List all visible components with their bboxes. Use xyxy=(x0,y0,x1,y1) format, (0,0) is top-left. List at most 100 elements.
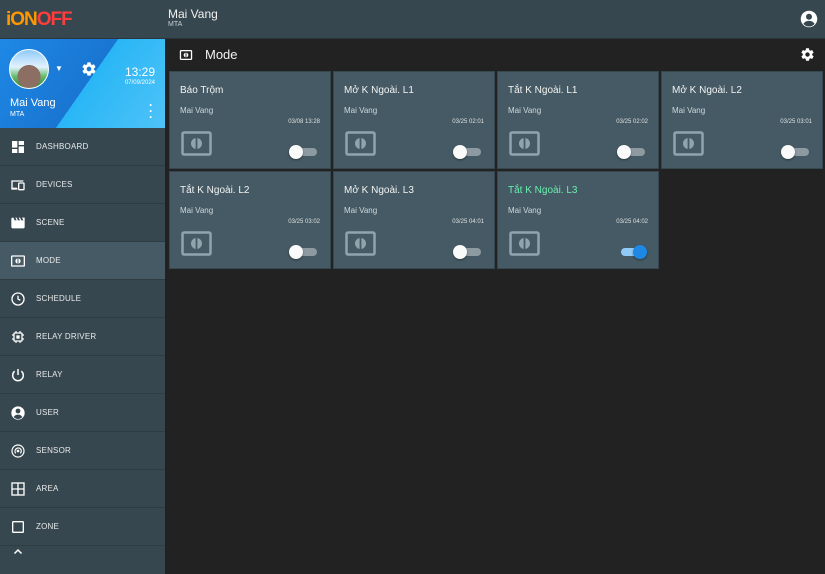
profile-name: Mai Vang xyxy=(10,97,56,109)
settings-gear-icon[interactable] xyxy=(800,47,815,62)
nav-label: DEVICES xyxy=(36,180,73,189)
zone-square-icon xyxy=(12,520,24,533)
mode-icon xyxy=(509,131,540,156)
mode-title: Tắt K Ngoài. L3 xyxy=(508,185,578,196)
nav-item-relay-driver[interactable]: RELAY DRIVER xyxy=(0,318,165,356)
toggle-knob xyxy=(453,145,467,159)
account-circle-icon[interactable] xyxy=(800,10,818,28)
mode-date: 03/25 04:01 xyxy=(452,219,484,225)
clock-icon xyxy=(11,291,25,306)
nav-label: RELAY DRIVER xyxy=(36,332,97,341)
mode-date: 03/08 13:28 xyxy=(288,119,320,125)
mode-date: 03/25 03:01 xyxy=(780,119,812,125)
devices-icon xyxy=(11,179,25,190)
more-vert-icon[interactable]: · · · xyxy=(149,99,153,123)
power-icon xyxy=(12,368,24,381)
mode-owner: Mai Vang xyxy=(180,106,214,115)
mode-owner: Mai Vang xyxy=(344,106,378,115)
toggle-knob xyxy=(617,145,631,159)
mode-owner: Mai Vang xyxy=(672,106,706,115)
mode-icon xyxy=(673,131,704,156)
toggle-knob xyxy=(453,245,467,259)
mode-header: Mode xyxy=(166,39,825,70)
toggle-knob xyxy=(781,145,795,159)
nav-item-devices[interactable]: DEVICES xyxy=(0,166,165,204)
mode-card[interactable]: Tắt K Ngoài. L1 Mai Vang 03/25 02:02 xyxy=(497,71,659,169)
mode-owner: Mai Vang xyxy=(180,206,214,215)
page-title: Mode xyxy=(205,47,238,62)
profile-sub: MTA xyxy=(10,111,25,118)
mode-title: Tắt K Ngoài. L1 xyxy=(508,85,578,96)
chip-icon xyxy=(12,330,24,343)
nav-label: ZONE xyxy=(36,522,60,531)
nav-menu: DASHBOARD DEVICES SCENE MODE SCHEDULE RE… xyxy=(0,128,165,546)
nav-item-mode[interactable]: MODE xyxy=(0,242,165,280)
mode-card[interactable]: Tắt K Ngoài. L3 Mai Vang 03/25 04:02 xyxy=(497,171,659,269)
mode-toggle-switch[interactable] xyxy=(289,145,319,159)
sensor-icon xyxy=(11,443,25,458)
mode-date: 03/25 04:02 xyxy=(616,219,648,225)
mode-toggle-switch[interactable] xyxy=(617,145,647,159)
mode-owner: Mai Vang xyxy=(344,206,378,215)
mode-toggle-switch[interactable] xyxy=(453,145,483,159)
nav-label: SENSOR xyxy=(36,446,71,455)
nav-item-relay[interactable]: RELAY xyxy=(0,356,165,394)
user-circle-icon xyxy=(11,405,25,420)
nav-label: USER xyxy=(36,408,60,417)
mode-icon xyxy=(179,49,193,61)
nav-item-schedule[interactable]: SCHEDULE xyxy=(0,280,165,318)
mode-card[interactable]: Mở K Ngoài. L2 Mai Vang 03/25 03:01 xyxy=(661,71,823,169)
mode-date: 03/25 02:02 xyxy=(616,119,648,125)
mode-card[interactable]: Mở K Ngoài. L3 Mai Vang 03/25 04:01 xyxy=(333,171,495,269)
profile-settings-gear-icon[interactable] xyxy=(81,61,97,77)
profile-time: 13:29 xyxy=(124,65,155,79)
mode-toggle-switch[interactable] xyxy=(617,245,647,259)
toggle-knob xyxy=(289,145,303,159)
dashboard-icon xyxy=(12,140,24,153)
nav-label: SCENE xyxy=(36,218,65,227)
profile-panel: ▼ 13:29 07/09/2024 Mai Vang MTA · · · xyxy=(0,39,165,128)
scene-clapper-icon xyxy=(11,217,25,228)
nav-item-user[interactable]: USER xyxy=(0,394,165,432)
chevron-down-icon[interactable]: ▼ xyxy=(55,64,63,73)
nav-label: DASHBOARD xyxy=(36,142,89,151)
current-user-sub: MTA xyxy=(168,21,183,28)
nav-item-sensor[interactable]: SENSOR xyxy=(0,432,165,470)
area-grid-icon xyxy=(11,481,25,496)
profile-avatar[interactable] xyxy=(9,49,49,89)
mode-title: Mở K Ngoài. L1 xyxy=(344,85,414,96)
mode-icon xyxy=(509,231,540,256)
mode-icon xyxy=(11,254,25,267)
mode-card[interactable]: Mở K Ngoài. L1 Mai Vang 03/25 02:01 xyxy=(333,71,495,169)
chevron-up-icon[interactable] xyxy=(12,546,24,558)
current-user-name: Mai Vang xyxy=(168,7,218,21)
current-user-info: Mai Vang MTA xyxy=(168,7,218,29)
mode-card[interactable]: Báo Trộm Mai Vang 03/08 13:28 xyxy=(169,71,331,169)
nav-item-scene[interactable]: SCENE xyxy=(0,204,165,242)
mode-title: Báo Trộm xyxy=(180,85,224,96)
mode-toggle-switch[interactable] xyxy=(453,245,483,259)
mode-owner: Mai Vang xyxy=(508,206,542,215)
mode-card[interactable]: Tắt K Ngoài. L2 Mai Vang 03/25 03:02 xyxy=(169,171,331,269)
mode-toggle-switch[interactable] xyxy=(289,245,319,259)
nav-item-zone[interactable]: ZONE xyxy=(0,508,165,546)
nav-item-dashboard[interactable]: DASHBOARD xyxy=(0,128,165,166)
mode-owner: Mai Vang xyxy=(508,106,542,115)
mode-date: 03/25 03:02 xyxy=(288,219,320,225)
mode-title: Mở K Ngoài. L2 xyxy=(672,85,742,96)
main-content: Mode Báo Trộm Mai Vang 03/08 13:28 Mở K … xyxy=(166,39,825,574)
mode-toggle-switch[interactable] xyxy=(781,145,811,159)
nav-label: SCHEDULE xyxy=(36,294,82,303)
mode-title: Mở K Ngoài. L3 xyxy=(344,185,414,196)
mode-icon xyxy=(345,231,376,256)
app-logo[interactable]: iONOFF xyxy=(6,9,73,31)
profile-date: 07/09/2024 xyxy=(124,80,155,86)
nav-label: RELAY xyxy=(36,370,63,379)
mode-date: 03/25 02:01 xyxy=(452,119,484,125)
nav-label: AREA xyxy=(36,484,59,493)
nav-item-area[interactable]: AREA xyxy=(0,470,165,508)
mode-title: Tắt K Ngoài. L2 xyxy=(180,185,250,196)
top-bar: iONOFF Mai Vang MTA xyxy=(0,0,825,39)
mode-icon xyxy=(345,131,376,156)
toggle-knob xyxy=(289,245,303,259)
